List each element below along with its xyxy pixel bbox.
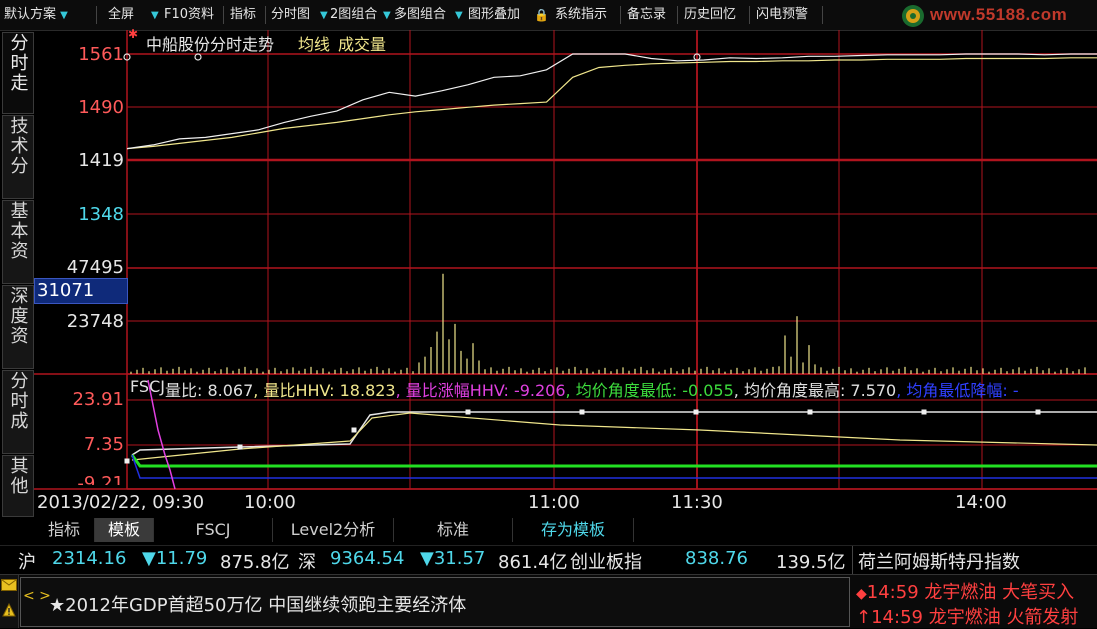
tab-indicator[interactable]: 指标 — [34, 518, 95, 542]
point-marker — [351, 427, 357, 433]
indicator-value: , 均价角度最低: -0.055 — [565, 381, 734, 400]
point-marker — [693, 409, 699, 415]
sh-label: 沪 — [18, 552, 36, 573]
sh-index-change: ▼11.79 — [142, 548, 208, 569]
alert-list: ◆14:59 龙宇燃油 大笔买入 ↑14:59 龙宇燃油 火箭发射 — [852, 575, 1097, 628]
indicator-value: 量比: 8.067 — [164, 381, 254, 400]
point-marker — [124, 458, 130, 464]
x-tick-label: 2013/02/22, 09:30 — [37, 492, 205, 513]
x-tick-label: 11:00 — [528, 492, 580, 513]
fscj-line-white — [131, 411, 1097, 456]
sh-amount: 875.8亿 — [220, 552, 290, 573]
headline-box[interactable]: < > ★2012年GDP首超50万亿 中国继续领跑主要经济体 — [20, 577, 850, 627]
sz-amount: 861.4亿 — [498, 552, 568, 573]
tab-fscj[interactable]: FSCJ — [154, 518, 273, 542]
point-marker — [465, 409, 471, 415]
sz-label: 深 — [298, 552, 316, 573]
indicator-value: , 均价角度最高: 7.570 — [733, 381, 897, 400]
tab-save-template[interactable]: 存为模板 — [513, 518, 634, 542]
indicator-value: , 均角最低降幅: - — [896, 381, 1019, 400]
mail-icon[interactable] — [1, 579, 17, 591]
indicator-value: FSCJ — [130, 377, 165, 396]
point-marker — [807, 409, 813, 415]
tab-standard[interactable]: 标准 — [394, 518, 513, 542]
market-quote-bar: 沪 2314.16 ▼11.79 875.8亿 深 9364.54 ▼31.57… — [0, 545, 1097, 574]
sz-index-value[interactable]: 9364.54 — [330, 548, 404, 569]
sz-index-change: ▼31.57 — [420, 548, 486, 569]
point-marker — [237, 444, 243, 450]
headline-arrows-icon[interactable]: < > — [23, 588, 51, 604]
alert-item[interactable]: ↑14:59 龙宇燃油 火箭发射 — [856, 603, 1078, 629]
point-marker — [921, 409, 927, 415]
x-tick-label: 14:00 — [955, 492, 1007, 513]
fscj-tick-label: -9.21 — [77, 473, 124, 485]
point-marker — [579, 409, 585, 415]
indicator-value: , 量比HHV: 18.823 — [253, 381, 396, 400]
bottom-tabs: 指标 模板 FSCJ Level2分析 标准 存为模板 — [34, 518, 674, 543]
indicator-value: , 量比涨幅HHV: -9.206 — [395, 381, 566, 400]
x-tick-label: 10:00 — [244, 492, 296, 513]
fscj-tick-label: 7.35 — [83, 434, 124, 455]
cy-index-value[interactable]: 838.76 — [685, 548, 748, 569]
indicator-values: FSCJ 量比: 8.067, 量比HHV: 18.823, 量比涨幅HHV: … — [0, 0, 1097, 400]
tab-template[interactable]: 模板 — [95, 518, 154, 542]
foreign-index-name[interactable]: 荷兰阿姆斯特丹指数 — [858, 548, 1020, 574]
headline-text[interactable]: ★2012年GDP首超50万亿 中国继续领跑主要经济体 — [49, 591, 466, 617]
news-bar: < > ★2012年GDP首超50万亿 中国继续领跑主要经济体 ◆14:59 龙… — [0, 574, 1097, 628]
x-tick-label: 11:30 — [671, 492, 723, 513]
fscj-line-green — [130, 454, 1097, 468]
alert-item[interactable]: ◆14:59 龙宇燃油 大笔买入 — [856, 578, 1074, 604]
warning-icon[interactable] — [2, 603, 16, 617]
cy-label: 创业板指 — [570, 552, 642, 573]
sh-index-value[interactable]: 2314.16 — [52, 548, 126, 569]
tab-level2[interactable]: Level2分析 — [273, 518, 394, 542]
fscj-line-yellow — [131, 412, 1097, 461]
cy-amount: 139.5亿 — [776, 552, 846, 573]
point-marker — [1035, 409, 1041, 415]
